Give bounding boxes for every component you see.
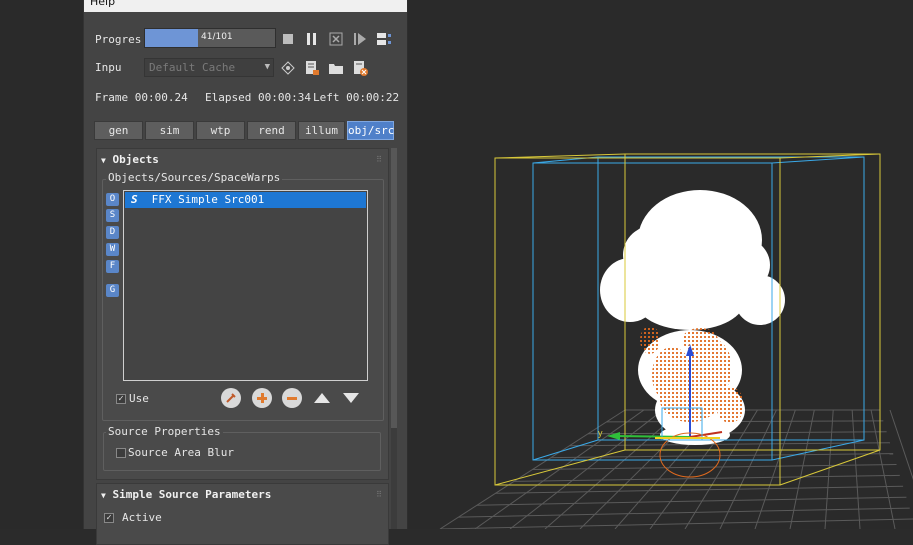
arrow-up-icon[interactable]: [313, 390, 331, 406]
active-label: Active: [122, 511, 162, 524]
grid-line: [458, 507, 910, 518]
use-checkbox[interactable]: ✓: [116, 394, 126, 404]
panel-scrollbar[interactable]: [391, 148, 397, 529]
filter-button-g[interactable]: G: [106, 284, 119, 297]
objects-group-label: Objects/Sources/SpaceWarps: [106, 171, 283, 184]
cache-info-icon[interactable]: [304, 60, 320, 76]
filter-button-o[interactable]: O: [106, 193, 119, 206]
svg-text:y: y: [598, 428, 603, 438]
grid-line: [824, 409, 834, 529]
tab-rend[interactable]: rend: [247, 121, 296, 140]
progress-bar: 41/101: [144, 28, 276, 48]
source-area-blur-checkbox[interactable]: [116, 448, 126, 458]
progress-text: 41/101: [201, 32, 233, 42]
list-item[interactable]: S FFX Simple Src001: [125, 192, 366, 208]
simple-source-rollout-header[interactable]: ▼ Simple Source Parameters: [101, 488, 271, 501]
add-icon[interactable]: [252, 388, 272, 408]
options-icon[interactable]: [376, 31, 392, 47]
tab-illum[interactable]: illum: [298, 121, 345, 140]
grid-line: [439, 518, 913, 529]
simple-source-rollout-title: Simple Source Parameters: [112, 488, 272, 501]
collapse-arrow-icon: ▼: [101, 156, 106, 165]
svg-text:z: z: [686, 339, 691, 349]
filter-button-s[interactable]: S: [106, 209, 119, 222]
objects-rollout-title: Objects: [112, 153, 159, 166]
use-label: Use: [129, 392, 149, 405]
cancel-icon[interactable]: [328, 31, 344, 47]
tab-sim[interactable]: sim: [145, 121, 194, 140]
menu-help[interactable]: Help: [90, 0, 115, 8]
tab-gen[interactable]: gen: [94, 121, 143, 140]
grid-line: [789, 409, 815, 529]
objects-rollout-header[interactable]: ▼ Objects: [101, 153, 159, 166]
remove-icon[interactable]: [282, 388, 302, 408]
pick-object-icon[interactable]: [221, 388, 241, 408]
pause-icon[interactable]: [304, 31, 320, 47]
cache-select-value: Default Cache: [149, 61, 236, 74]
source-badge-icon: S: [131, 193, 138, 206]
menu-bar: Help: [84, 0, 407, 12]
rollout-grip-icon: ⠿: [376, 490, 382, 499]
grid-line: [889, 409, 913, 480]
collapse-arrow-icon: ▼: [101, 491, 106, 500]
source-properties-label: Source Properties: [106, 425, 223, 438]
grid-line: [474, 409, 645, 529]
cache-select[interactable]: Default Cache ▼: [144, 58, 274, 77]
tab-wtp[interactable]: wtp: [196, 121, 245, 140]
phoenix-panel: Help Progres 41/101 Inpu Default Cache ▼…: [83, 0, 408, 545]
folder-icon[interactable]: [328, 60, 344, 76]
left-readout: Left 00:00:22: [313, 91, 400, 104]
grid-line: [870, 409, 896, 529]
stop-icon[interactable]: [280, 31, 296, 47]
progress-fill: [145, 29, 198, 47]
progress-label: Progres: [95, 33, 142, 46]
tab-obj-src[interactable]: obj/src: [347, 121, 394, 140]
input-label: Inpu: [95, 61, 122, 74]
elapsed-readout: Elapsed 00:00:34: [205, 91, 311, 104]
delete-cache-icon[interactable]: [352, 60, 368, 76]
play-icon[interactable]: [352, 31, 368, 47]
filter-button-d[interactable]: D: [106, 226, 119, 239]
object-list[interactable]: S FFX Simple Src001: [123, 190, 368, 381]
chevron-down-icon: ▼: [264, 62, 270, 72]
grid-line: [851, 409, 861, 529]
source-area-blur-label: Source Area Blur: [128, 446, 234, 459]
pick-cache-icon[interactable]: [280, 60, 296, 76]
filter-button-f[interactable]: F: [106, 260, 119, 273]
frame-readout: Frame 00:00.24: [95, 91, 188, 104]
active-checkbox[interactable]: ✓: [104, 513, 114, 523]
filter-button-w[interactable]: W: [106, 243, 119, 256]
rollout-grip-icon: ⠿: [376, 155, 382, 164]
scrollbar-thumb[interactable]: [391, 148, 397, 428]
arrow-down-icon[interactable]: [342, 390, 360, 406]
list-item-label: FFX Simple Src001: [151, 193, 265, 206]
